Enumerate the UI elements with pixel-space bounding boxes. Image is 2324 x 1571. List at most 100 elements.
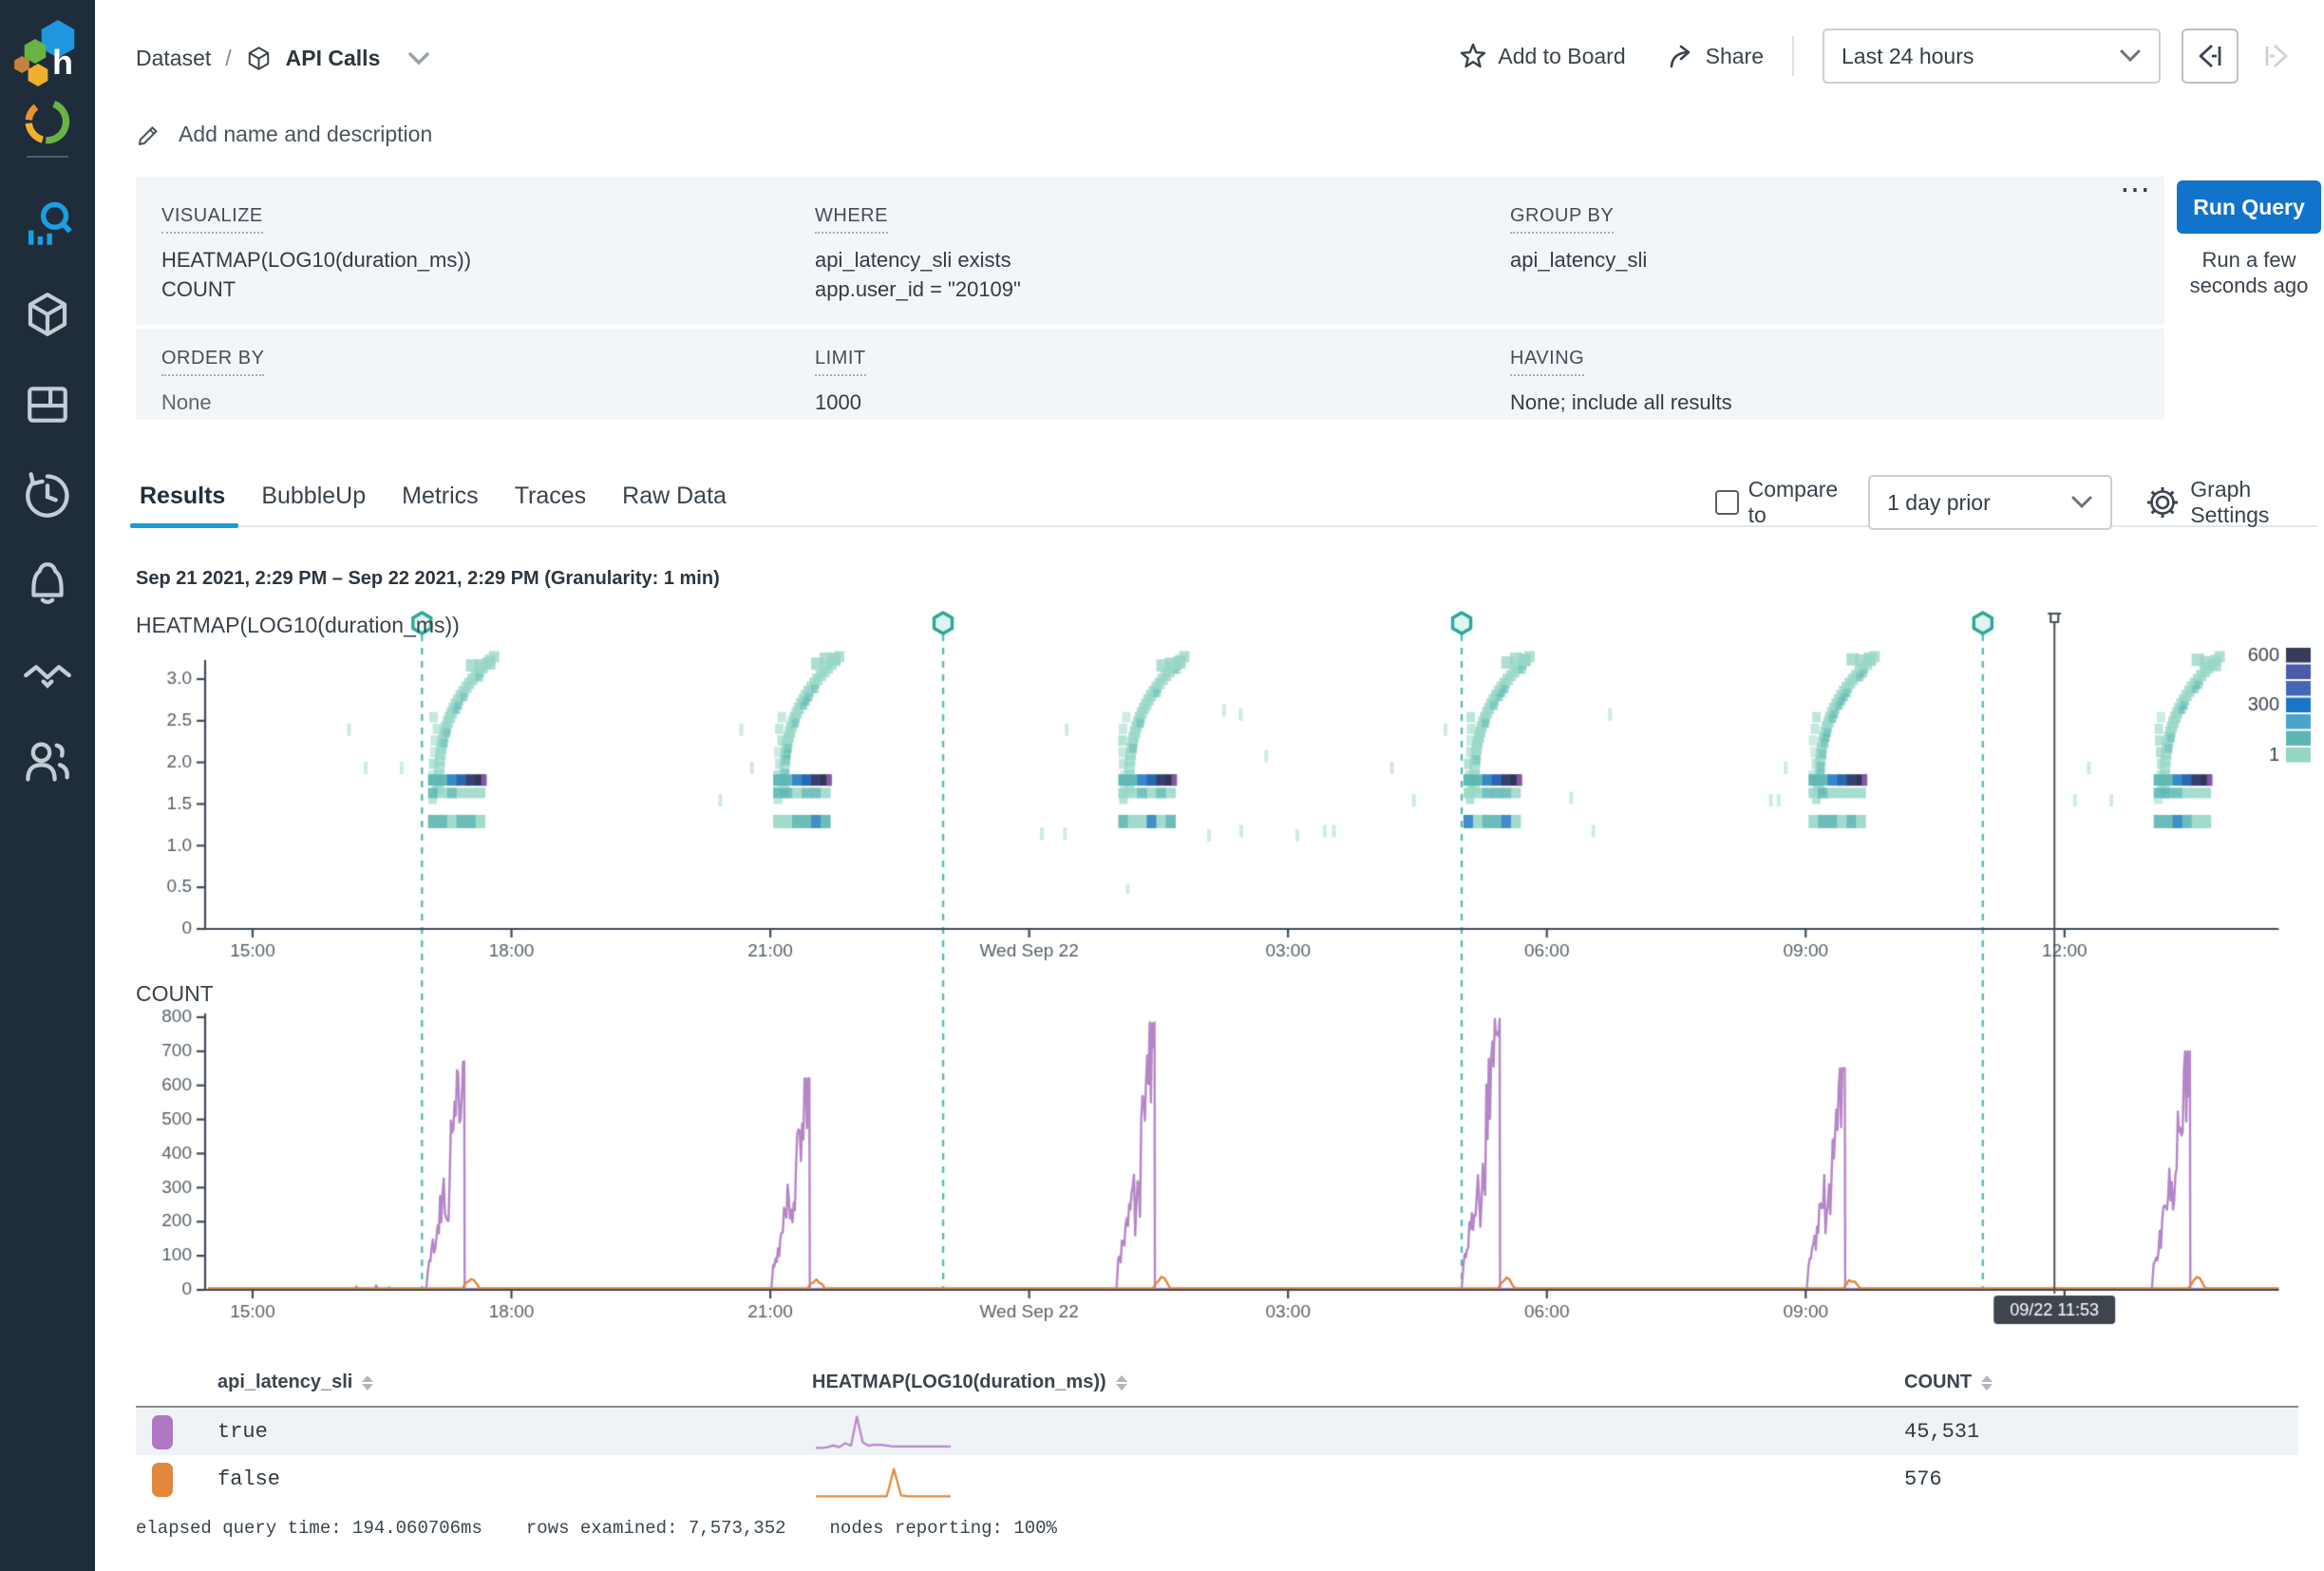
run-status: Run a few seconds ago [2171, 247, 2324, 298]
order-by-value[interactable]: None [161, 388, 264, 417]
service-map-icon[interactable] [23, 651, 72, 700]
query-stats: elapsed query time: 194.060706ms rows ex… [136, 1518, 1057, 1539]
run-status-line1: Run a few [2171, 247, 2324, 273]
count-chart-title: COUNT [136, 981, 214, 1007]
group-by-section[interactable]: GROUP BY api_latency_sli [1510, 205, 1647, 274]
visualize-value-1[interactable]: HEATMAP(LOG10(duration_ms)) [161, 245, 471, 274]
run-status-line2: seconds ago [2171, 273, 2324, 298]
table-row-true[interactable]: true 45,531 [136, 1408, 2298, 1455]
header-actions: Add to Board Share Last 24 hours [1460, 28, 2305, 84]
results-table-header: api_latency_sli HEATMAP(LOG10(duration_m… [136, 1366, 2298, 1408]
having-value[interactable]: None; include all results [1510, 388, 1732, 417]
previous-query-button[interactable] [2182, 28, 2239, 84]
stat-rows-examined: rows examined: 7,573,352 [526, 1518, 786, 1539]
column-header-count[interactable]: COUNT [1904, 1372, 1993, 1393]
heatmap-chart-title: HEATMAP(LOG10(duration_ms)) [136, 613, 460, 638]
results-charts[interactable] [95, 589, 2324, 1330]
alerts-icon[interactable] [23, 558, 72, 608]
cell-count: 576 [1904, 1467, 1942, 1491]
history-icon[interactable] [23, 470, 72, 520]
query-overflow-menu[interactable]: ⋯ [2120, 171, 2153, 207]
having-label[interactable]: HAVING [1510, 348, 1584, 376]
limit-label[interactable]: LIMIT [815, 348, 866, 376]
datasets-icon[interactable] [23, 290, 72, 339]
sort-icon[interactable] [362, 1375, 373, 1391]
cell-api-latency-sli: false [217, 1467, 280, 1491]
honeycomb-query-page: h [0, 0, 2324, 1571]
compare-controls: Compare to 1 day prior [1715, 475, 2324, 530]
query-builder-row1: VISUALIZE HEATMAP(LOG10(duration_ms)) CO… [136, 177, 2164, 325]
tab-traces[interactable]: Traces [515, 483, 586, 523]
sidebar: h [0, 0, 95, 1571]
compare-to-checkbox[interactable] [1715, 490, 1739, 515]
run-query-button[interactable]: Run Query [2177, 180, 2321, 234]
breadcrumb-separator: / [225, 46, 231, 71]
tab-bubbleup[interactable]: BubbleUp [261, 483, 366, 523]
compare-period-value: 1 day prior [1887, 490, 1991, 516]
dataset-cube-icon [246, 46, 272, 71]
share-label: Share [1706, 44, 1764, 69]
usage-ring-icon[interactable] [23, 97, 72, 146]
honeycomb-logo-icon[interactable]: h [9, 13, 85, 91]
column-header-heatmap[interactable]: HEATMAP(LOG10(duration_ms)) [812, 1372, 1127, 1393]
results-tabs: Results BubbleUp Metrics Traces Raw Data [140, 483, 727, 523]
table-row-false[interactable]: false 576 [136, 1455, 2298, 1503]
order-by-section[interactable]: ORDER BY None [161, 348, 264, 417]
limit-value[interactable]: 1000 [815, 388, 866, 417]
graph-settings-label: Graph Settings [2190, 477, 2324, 528]
next-query-button[interactable] [2248, 28, 2305, 84]
query-builder-row2: ORDER BY None LIMIT 1000 HAVING None; in… [136, 329, 2164, 420]
breadcrumb: Dataset / API Calls [136, 46, 430, 71]
add-to-board-button[interactable]: Add to Board [1460, 43, 1625, 69]
having-section[interactable]: HAVING None; include all results [1510, 348, 1732, 417]
where-value-1[interactable]: api_latency_sli exists [815, 245, 1021, 274]
boards-icon[interactable] [23, 380, 72, 429]
add-name-label: Add name and description [179, 122, 432, 147]
dataset-name[interactable]: API Calls [286, 46, 381, 71]
share-button[interactable]: Share [1668, 43, 1764, 69]
group-by-label[interactable]: GROUP BY [1510, 205, 1614, 234]
column-header-api-latency-sli[interactable]: api_latency_sli [217, 1372, 373, 1393]
sort-icon[interactable] [1981, 1375, 1993, 1391]
sidebar-divider [27, 156, 68, 158]
compare-period-select[interactable]: 1 day prior [1868, 475, 2112, 530]
results-table: api_latency_sli HEATMAP(LOG10(duration_m… [136, 1366, 2298, 1503]
time-range-select[interactable]: Last 24 hours [1823, 28, 2161, 84]
order-by-label[interactable]: ORDER BY [161, 348, 264, 376]
series-color-swatch [152, 1463, 173, 1497]
series-color-swatch [152, 1415, 173, 1449]
limit-section[interactable]: LIMIT 1000 [815, 348, 866, 417]
team-icon[interactable] [23, 736, 72, 786]
sort-icon[interactable] [1116, 1375, 1127, 1391]
visualize-label[interactable]: VISUALIZE [161, 205, 263, 234]
group-by-value-1[interactable]: api_latency_sli [1510, 245, 1647, 274]
where-label[interactable]: WHERE [815, 205, 888, 234]
svg-text:h: h [52, 43, 73, 82]
where-section[interactable]: WHERE api_latency_sli exists app.user_id… [815, 205, 1021, 304]
where-value-2[interactable]: app.user_id = "20109" [815, 274, 1021, 304]
pencil-icon [136, 122, 161, 147]
heatmap-sparkline-false [812, 1457, 954, 1501]
chevron-down-icon [2119, 47, 2142, 65]
query-time-range: Sep 21 2021, 2:29 PM – Sep 22 2021, 2:29… [136, 568, 720, 590]
header-divider [1792, 36, 1794, 76]
heatmap-sparkline-true [812, 1410, 954, 1453]
graph-settings-button[interactable]: Graph Settings [2146, 477, 2324, 528]
tab-raw-data[interactable]: Raw Data [622, 483, 727, 523]
add-to-board-label: Add to Board [1498, 44, 1625, 69]
chevron-down-icon [2070, 494, 2093, 511]
star-icon [1460, 43, 1486, 69]
visualize-value-2[interactable]: COUNT [161, 274, 471, 304]
cell-api-latency-sli: true [217, 1420, 268, 1444]
share-icon [1668, 43, 1694, 69]
gear-icon [2146, 486, 2179, 519]
breadcrumb-root[interactable]: Dataset [136, 46, 211, 71]
stat-nodes-reporting: nodes reporting: 100% [830, 1518, 1057, 1539]
query-icon[interactable] [23, 199, 72, 249]
add-name-description-button[interactable]: Add name and description [136, 122, 432, 147]
tab-metrics[interactable]: Metrics [402, 483, 479, 523]
tab-results[interactable]: Results [140, 483, 225, 523]
dataset-chevron-down-icon[interactable] [407, 50, 430, 67]
time-range-value: Last 24 hours [1842, 44, 1974, 69]
visualize-section[interactable]: VISUALIZE HEATMAP(LOG10(duration_ms)) CO… [161, 205, 471, 304]
